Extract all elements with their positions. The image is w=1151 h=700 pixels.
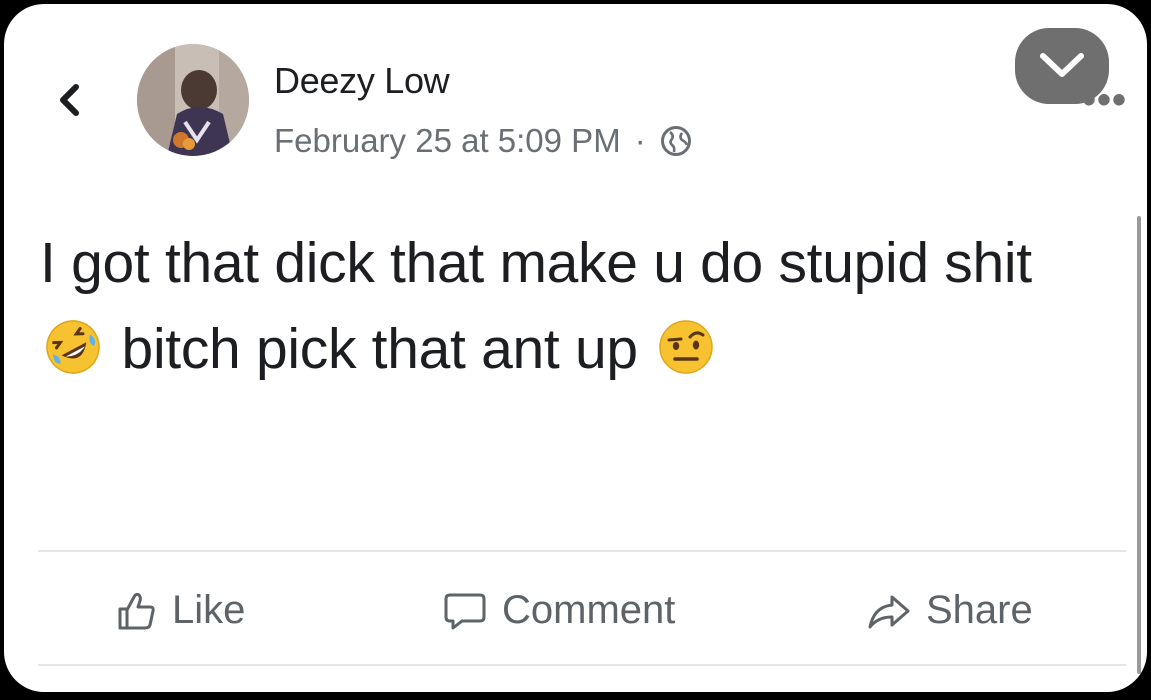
share-button[interactable]: Share bbox=[866, 588, 1033, 633]
globe-icon bbox=[660, 126, 691, 156]
comment-button[interactable]: Comment bbox=[442, 588, 675, 633]
thumbs-up-icon bbox=[118, 592, 155, 629]
face-with-raised-eyebrow-emoji bbox=[659, 320, 714, 374]
post-text-part-2: bitch pick that ant up bbox=[121, 317, 639, 381]
comment-label: Comment bbox=[502, 588, 676, 632]
post-meta: February 25 at 5:09 PM · bbox=[274, 122, 692, 160]
like-label: Like bbox=[172, 588, 246, 632]
meta-separator: · bbox=[634, 122, 646, 159]
avatar-image bbox=[137, 44, 249, 156]
divider-bottom bbox=[38, 664, 1126, 666]
share-arrow-icon bbox=[868, 595, 910, 628]
post-text-part-1: I got that dick that make u do stupid sh… bbox=[40, 231, 1032, 295]
divider-top bbox=[38, 550, 1126, 552]
author-name[interactable]: Deezy Low bbox=[274, 60, 450, 102]
post-card: Deezy Low February 25 at 5:09 PM · ••• I… bbox=[4, 4, 1147, 692]
post-timestamp[interactable]: February 25 at 5:09 PM bbox=[274, 122, 621, 160]
share-label: Share bbox=[926, 588, 1033, 632]
more-dots-icon[interactable]: ••• bbox=[1082, 80, 1127, 120]
chevron-left-icon bbox=[60, 84, 79, 116]
action-bar: Like Comment Share bbox=[4, 570, 1147, 660]
post-body: I got that dick that make u do stupid sh… bbox=[40, 220, 1080, 392]
avatar[interactable] bbox=[137, 44, 249, 156]
back-button[interactable] bbox=[56, 84, 84, 116]
rolling-on-floor-laughing-emoji bbox=[46, 320, 100, 374]
comment-bubble-icon bbox=[444, 593, 486, 629]
like-button[interactable]: Like bbox=[114, 588, 245, 633]
